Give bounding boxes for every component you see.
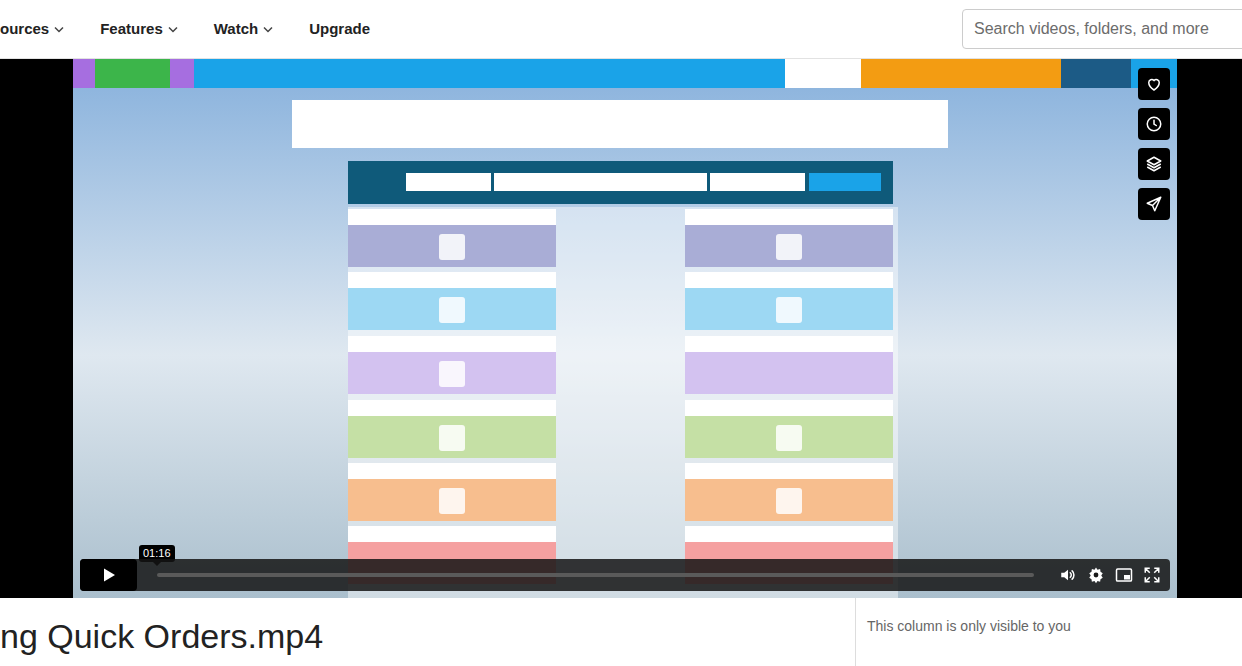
play-icon [101, 567, 117, 583]
video-details: ng Quick Orders.mp4 This column is only … [0, 598, 1242, 666]
title-area: ng Quick Orders.mp4 [0, 598, 855, 666]
video-title: ng Quick Orders.mp4 [0, 618, 855, 655]
side-actions [1138, 68, 1170, 220]
pip-button[interactable] [1110, 559, 1138, 591]
play-button[interactable] [80, 559, 137, 591]
volume-button[interactable] [1054, 559, 1082, 591]
fullscreen-icon [1143, 566, 1161, 584]
chevron-down-icon [168, 26, 178, 33]
layers-icon [1145, 155, 1163, 173]
progress-track[interactable] [157, 573, 1034, 577]
top-navbar: ources Features Watch Upgrade [0, 0, 1242, 59]
collections-button[interactable] [1138, 148, 1170, 180]
heart-icon [1145, 75, 1163, 93]
like-button[interactable] [1138, 68, 1170, 100]
chevron-down-icon [263, 26, 273, 33]
nav-item[interactable]: Watch [214, 18, 273, 41]
nav-item-label: ources [0, 18, 49, 41]
side-column-note: This column is only visible to you [867, 616, 1231, 637]
settings-button[interactable] [1082, 559, 1110, 591]
search-input[interactable] [962, 9, 1242, 49]
picture-in-picture-icon [1115, 566, 1133, 584]
share-button[interactable] [1138, 188, 1170, 220]
side-column: This column is only visible to you [855, 598, 1242, 666]
send-icon [1145, 195, 1163, 213]
video-frame[interactable] [73, 59, 1177, 598]
volume-icon [1059, 566, 1077, 584]
nav-item[interactable]: Features [100, 18, 178, 41]
clock-icon [1145, 115, 1163, 133]
chevron-down-icon [54, 26, 64, 33]
control-bar [80, 559, 1170, 591]
nav-menu: ources Features Watch Upgrade [0, 18, 370, 41]
nav-item[interactable]: Upgrade [309, 18, 370, 41]
fullscreen-button[interactable] [1138, 559, 1166, 591]
watch-later-button[interactable] [1138, 108, 1170, 140]
nav-item-label: Watch [214, 18, 258, 41]
video-player: 01:16 [0, 59, 1242, 598]
gear-icon [1087, 566, 1105, 584]
nav-item[interactable]: ources [0, 18, 64, 41]
nav-item-label: Features [100, 18, 163, 41]
nav-item-label: Upgrade [309, 18, 370, 41]
